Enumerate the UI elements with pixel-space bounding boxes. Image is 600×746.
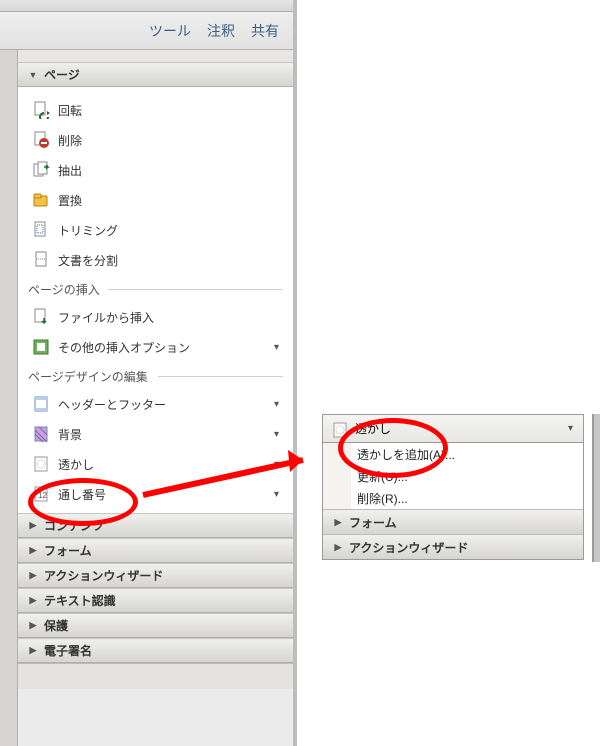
background-icon (32, 425, 50, 443)
menu-update-watermark[interactable]: 更新(U)... (323, 465, 583, 487)
group-design: ページデザインの編集 (18, 362, 293, 389)
item-split-label: 文書を分割 (58, 252, 118, 269)
other-insert-icon (32, 338, 50, 356)
right-panel-border (592, 414, 600, 562)
disclosure-right-icon: ▶ (28, 520, 38, 531)
tab-share[interactable]: 共有 (251, 21, 279, 41)
split-icon (32, 251, 50, 269)
submenu-arrow-icon: ▾ (274, 342, 293, 353)
menu-remove-watermark[interactable]: 削除(R)... (323, 487, 583, 509)
menu-add-watermark[interactable]: 透かしを追加(A)... (323, 443, 583, 465)
rotate-icon (32, 101, 50, 119)
section-text-recognition-label: テキスト認識 (44, 592, 116, 609)
submenu-arrow-icon: ▾ (274, 489, 293, 500)
item-numbering[interactable]: 12 通し番号 ▾ (18, 479, 293, 509)
item-extract-label: 抽出 (58, 162, 82, 179)
submenu-arrow-icon: ▾ (568, 423, 583, 434)
section-esign-label: 電子署名 (44, 642, 92, 659)
item-replace-label: 置換 (58, 192, 82, 209)
item-replace[interactable]: 置換 (18, 185, 293, 215)
watermark-icon (32, 455, 50, 473)
section-protect-label: 保護 (44, 617, 68, 634)
tab-comments[interactable]: 注釈 (207, 21, 235, 41)
panel-footer (18, 663, 293, 689)
item-other-insert-label: その他の挿入オプション (58, 339, 190, 356)
item-insert-from-file[interactable]: ファイルから挿入 (18, 302, 293, 332)
popup-section-form-label: フォーム (349, 514, 397, 531)
submenu-arrow-icon: ▾ (274, 459, 293, 470)
disclosure-right-icon: ▶ (28, 595, 38, 606)
item-extract[interactable]: 抽出 (18, 155, 293, 185)
disclosure-right-icon: ▶ (28, 570, 38, 581)
submenu-arrow-icon: ▾ (274, 429, 293, 440)
submenu-header-label: 透かし (355, 420, 391, 437)
delete-icon (32, 131, 50, 149)
section-form[interactable]: ▶ フォーム (18, 538, 293, 563)
section-contents-label: コンテンツ (44, 517, 104, 534)
item-other-insert[interactable]: その他の挿入オプション ▾ (18, 332, 293, 362)
item-header-footer-label: ヘッダーとフッター (58, 396, 166, 413)
section-contents[interactable]: ▶ コンテンツ (18, 513, 293, 538)
item-trim-label: トリミング (58, 222, 118, 239)
item-insert-from-file-label: ファイルから挿入 (58, 309, 154, 326)
disclosure-down-icon: ▼ (28, 70, 38, 80)
item-rotate-label: 回転 (58, 102, 82, 119)
disclosure-right-icon: ▶ (28, 545, 38, 556)
item-rotate[interactable]: 回転 (18, 95, 293, 125)
window-titlebar (0, 0, 293, 12)
insert-file-icon (32, 308, 50, 326)
replace-icon (32, 191, 50, 209)
item-header-footer[interactable]: ヘッダーとフッター ▾ (18, 389, 293, 419)
tab-tools[interactable]: ツール (149, 21, 191, 41)
section-action-wizard-label: アクションウィザード (44, 567, 163, 584)
item-delete[interactable]: 削除 (18, 125, 293, 155)
item-watermark-label: 透かし (58, 456, 94, 473)
group-insert-label: ページの挿入 (28, 283, 100, 297)
panel-spacer (18, 50, 293, 62)
tools-panel: ツール 注釈 共有 ▼ ページ 回転 (0, 0, 297, 746)
item-background[interactable]: 背景 ▾ (18, 419, 293, 449)
submenu-arrow-icon: ▾ (274, 399, 293, 410)
section-protect[interactable]: ▶ 保護 (18, 613, 293, 638)
popup-section-form[interactable]: ▶ フォーム (323, 509, 583, 534)
disclosure-right-icon: ▶ (28, 620, 38, 631)
submenu-menu: 透かしを追加(A)... 更新(U)... 削除(R)... (322, 442, 584, 510)
watermark-icon (331, 421, 347, 437)
group-insert: ページの挿入 (18, 275, 293, 302)
item-background-label: 背景 (58, 426, 82, 443)
group-design-label: ページデザインの編集 (28, 370, 148, 384)
item-split[interactable]: 文書を分割 (18, 245, 293, 275)
section-action-wizard[interactable]: ▶ アクションウィザード (18, 563, 293, 588)
section-text-recognition[interactable]: ▶ テキスト認識 (18, 588, 293, 613)
panel-side-strip (0, 50, 18, 746)
accordion: ▼ ページ 回転 削除 (18, 62, 293, 746)
extract-icon (32, 161, 50, 179)
section-page-label: ページ (44, 66, 80, 83)
popup-section-action-wizard[interactable]: ▶ アクションウィザード (323, 534, 583, 559)
section-form-label: フォーム (44, 542, 92, 559)
section-page-body: 回転 削除 抽出 (18, 87, 293, 513)
item-watermark[interactable]: 透かし ▾ (18, 449, 293, 479)
section-esign[interactable]: ▶ 電子署名 (18, 638, 293, 663)
trim-icon (32, 221, 50, 239)
watermark-submenu: 透かし ▾ 透かしを追加(A)... 更新(U)... 削除(R)... ▶ フ… (322, 414, 584, 560)
item-trim[interactable]: トリミング (18, 215, 293, 245)
numbering-icon: 12 (32, 485, 50, 503)
disclosure-right-icon: ▶ (28, 645, 38, 656)
item-delete-label: 削除 (58, 132, 82, 149)
disclosure-right-icon: ▶ (333, 542, 343, 553)
svg-text:12: 12 (38, 491, 47, 500)
disclosure-right-icon: ▶ (333, 517, 343, 528)
tabs-row: ツール 注釈 共有 (0, 12, 293, 50)
section-page[interactable]: ▼ ページ (18, 62, 293, 87)
header-footer-icon (32, 395, 50, 413)
item-numbering-label: 通し番号 (58, 486, 106, 503)
submenu-header[interactable]: 透かし ▾ (323, 415, 583, 443)
popup-section-action-wizard-label: アクションウィザード (349, 539, 468, 556)
